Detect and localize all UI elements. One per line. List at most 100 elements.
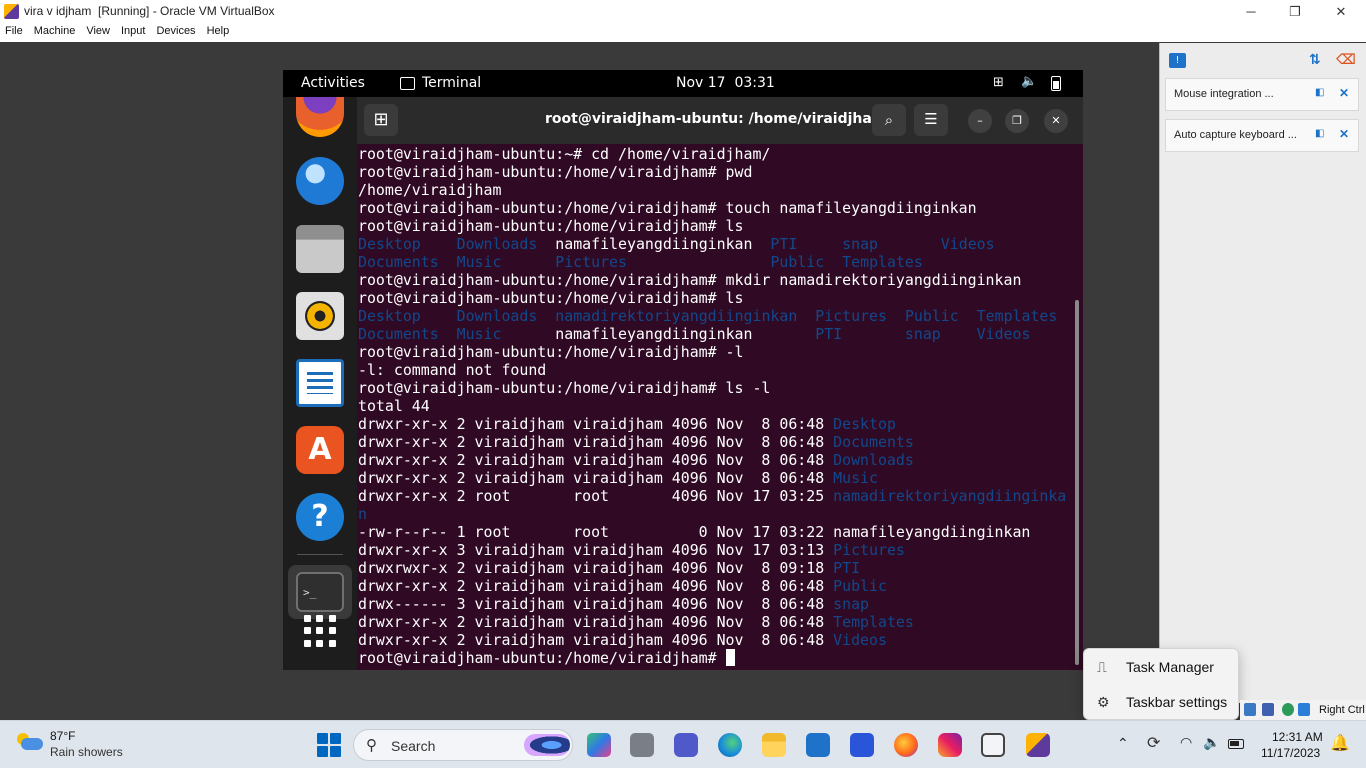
host-key-label[interactable]: Right Ctrl — [1319, 704, 1365, 716]
terminal-text: drwx------ 3 viraidjham viraidjham 4096 … — [358, 595, 834, 613]
terminal-search-button[interactable]: ⌕ — [872, 104, 906, 136]
terminal-line: root@viraidjham-ubuntu:/home/viraidjham#… — [358, 343, 1070, 361]
focused-app-indicator[interactable]: Terminal — [400, 75, 481, 91]
terminal-line: root@viraidjham-ubuntu:/home/viraidjham#… — [358, 289, 1070, 307]
maximize-button[interactable]: ❐ — [1272, 0, 1318, 23]
notification-bell-icon[interactable]: 🔔 — [1330, 733, 1350, 753]
terminal-line: Desktop Downloads namadirektoriyangdiing… — [358, 307, 1070, 325]
sync-icon[interactable]: ⟳ — [1147, 733, 1160, 753]
start-button[interactable] — [317, 733, 341, 757]
dismiss-icon[interactable]: ✕ — [1339, 127, 1349, 141]
network-icon[interactable]: ⊞ — [993, 75, 1004, 90]
pin-icon[interactable]: ◧ — [1315, 128, 1324, 139]
taskbar-settings-menu-item[interactable]: ⚙ Taskbar settings — [1084, 685, 1240, 719]
menu-input[interactable]: Input — [116, 23, 150, 42]
weather-rain-icon[interactable] — [17, 732, 43, 756]
terminal-scrollbar[interactable] — [1075, 300, 1079, 665]
terminal-maximize-button[interactable]: ❐ — [1005, 109, 1029, 133]
system-time[interactable]: 12:31 AM — [1272, 730, 1323, 744]
help-icon[interactable]: ? — [296, 493, 344, 541]
terminal-text: root@viraidjham-ubuntu:/home/viraidjham#… — [358, 199, 977, 217]
file-explorer-icon[interactable] — [762, 733, 786, 757]
display-status-icon[interactable] — [1244, 703, 1256, 716]
notification-auto-capture-keyboard[interactable]: Auto capture keyboard ... ◧ ✕ — [1165, 119, 1359, 152]
instagram-icon[interactable] — [938, 733, 962, 757]
terminal-text: drwxrwxr-x 2 viraidjham viraidjham 4096 … — [358, 559, 834, 577]
libreoffice-writer-icon[interactable] — [296, 359, 344, 407]
terminal-minimize-button[interactable]: – — [968, 109, 992, 133]
pin-icon[interactable]: ◧ — [1315, 87, 1324, 98]
teams-chat-icon[interactable] — [674, 733, 698, 757]
guest-display[interactable]: Activities Terminal Nov 17 03:31 ⊞ 🔈 A ?… — [283, 70, 1083, 670]
terminal-text: drwxr-xr-x 2 root root 4096 Nov 17 03:25 — [358, 487, 834, 505]
terminal-window[interactable]: ⊞ root@viraidjham-ubuntu: /home/viraidjh… — [357, 97, 1083, 670]
directory-name: Music — [833, 469, 878, 487]
rhythmbox-icon[interactable] — [296, 292, 344, 340]
close-icon: ✕ — [1335, 3, 1347, 19]
recording-status-icon[interactable] — [1262, 703, 1274, 716]
edge-icon[interactable] — [718, 733, 742, 757]
system-date[interactable]: 11/17/2023 — [1261, 746, 1320, 760]
terminal-line: -rw-r--r-- 1 root root 0 Nov 17 03:22 na… — [358, 523, 1070, 541]
notification-mouse-integration[interactable]: Mouse integration ... ◧ ✕ — [1165, 78, 1359, 111]
terminal-output[interactable]: root@viraidjham-ubuntu:~# cd /home/virai… — [358, 145, 1070, 667]
terminal-prompt-line[interactable]: root@viraidjham-ubuntu:/home/viraidjham# — [358, 649, 1070, 667]
firefox-icon[interactable] — [296, 97, 344, 137]
activities-button[interactable]: Activities — [301, 75, 365, 91]
chevron-up-icon[interactable]: ⌃ — [1117, 735, 1129, 752]
notification-header: ! ⇅ ⌫ — [1160, 43, 1366, 79]
gnome-top-bar: Activities Terminal Nov 17 03:31 ⊞ 🔈 — [283, 70, 1083, 97]
text-cursor — [725, 649, 735, 666]
directory-name: Public — [770, 253, 825, 271]
firefox-taskbar-icon[interactable] — [894, 733, 918, 757]
terminal-dock-icon[interactable]: >_ — [296, 572, 344, 612]
directory-name: Videos — [976, 325, 1031, 343]
clear-all-icon[interactable]: ⌫ — [1336, 52, 1356, 68]
speaker-icon[interactable]: 🔈 — [1203, 734, 1220, 751]
battery-icon[interactable] — [1228, 739, 1244, 749]
directory-name: Desktop — [358, 307, 421, 325]
virtualbox-taskbar-icon[interactable] — [1026, 733, 1050, 757]
weather-temperature[interactable]: 87°F — [50, 729, 75, 743]
menu-file[interactable]: File — [0, 23, 28, 42]
taskbar-search-box[interactable]: ⚲ Search — [353, 729, 573, 761]
minimize-icon: – — [977, 114, 983, 127]
terminal-prompt: root@viraidjham-ubuntu:/home/viraidjham# — [358, 649, 726, 667]
ubuntu-software-icon[interactable]: A — [296, 426, 344, 474]
windows-taskbar: 87°F Rain showers ⚲ Search ⌃ ⟳ ◠ 🔈 12:31… — [0, 720, 1366, 768]
menu-help[interactable]: Help — [202, 23, 235, 42]
battery-icon[interactable] — [1051, 76, 1061, 91]
mouse-integration-icon[interactable] — [1282, 703, 1294, 716]
minimize-button[interactable]: ─ — [1228, 0, 1274, 23]
thunderbird-icon[interactable] — [296, 157, 344, 205]
menu-view[interactable]: View — [81, 23, 115, 42]
task-view-icon[interactable] — [630, 733, 654, 757]
notification-flag-icon[interactable]: ! — [1169, 53, 1186, 68]
sort-icon[interactable]: ⇅ — [1309, 52, 1321, 68]
copilot-preview-icon[interactable] — [587, 733, 611, 757]
new-tab-button[interactable]: ⊞ — [364, 104, 398, 136]
files-icon[interactable] — [296, 225, 344, 273]
terminal-menu-button[interactable]: ☰ — [914, 104, 948, 136]
volume-icon[interactable]: 🔈 — [1021, 74, 1037, 89]
terminal-close-button[interactable]: ✕ — [1044, 109, 1068, 133]
mail-icon[interactable] — [806, 733, 830, 757]
task-manager-menu-item[interactable]: ⎍ Task Manager — [1084, 650, 1240, 684]
dismiss-icon[interactable]: ✕ — [1339, 86, 1349, 100]
notification-text: Mouse integration ... — [1174, 88, 1274, 100]
wifi-icon[interactable]: ◠ — [1180, 734, 1192, 751]
vmware-cube-icon[interactable] — [981, 733, 1005, 757]
show-apps-icon[interactable] — [304, 615, 336, 647]
terminal-line: root@viraidjham-ubuntu:~# cd /home/virai… — [358, 145, 1070, 163]
menu-machine[interactable]: Machine — [29, 23, 81, 42]
window-title: vira v idjham [Running] - Oracle VM Virt… — [24, 4, 275, 18]
weather-description[interactable]: Rain showers — [50, 745, 123, 759]
keyboard-capture-icon[interactable] — [1298, 703, 1310, 716]
menu-devices[interactable]: Devices — [151, 23, 200, 42]
gnome-clock[interactable]: Nov 17 03:31 — [676, 75, 775, 91]
close-button[interactable]: ✕ — [1318, 0, 1364, 23]
terminal-line: Desktop Downloads namafileyangdiinginkan… — [358, 235, 1070, 253]
store-app-icon[interactable] — [850, 733, 874, 757]
